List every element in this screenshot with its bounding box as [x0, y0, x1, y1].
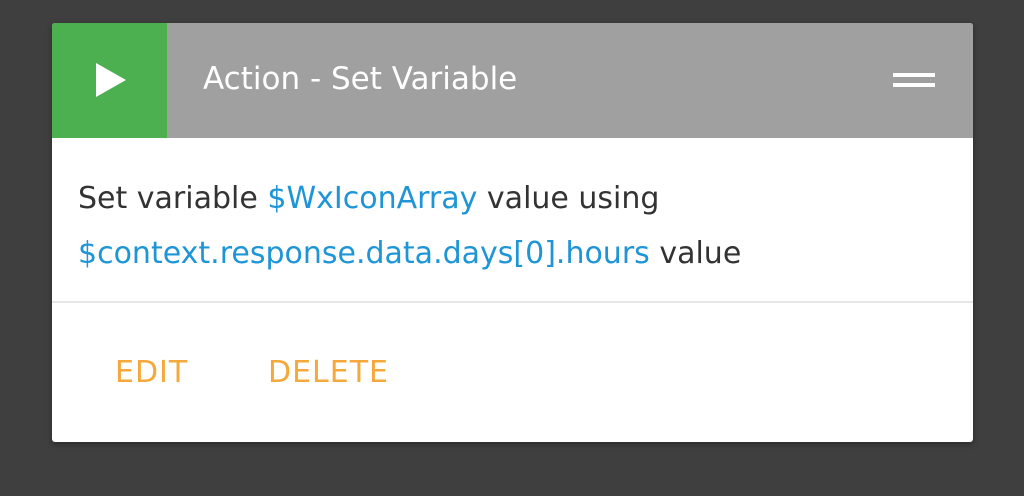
action-description: Set variable $WxIconArray value using $co…	[78, 171, 958, 281]
drag-handle-button[interactable]	[890, 71, 938, 93]
drag-handle-icon	[893, 73, 935, 87]
description-middle: value using	[477, 181, 660, 216]
delete-button[interactable]: DELETE	[268, 345, 389, 401]
run-action-button[interactable]	[52, 23, 167, 138]
target-variable: $WxIconArray	[267, 181, 478, 216]
card-divider	[52, 301, 973, 303]
card-title: Action - Set Variable	[203, 61, 518, 97]
card-actions: EDIT DELETE	[52, 345, 973, 401]
card-header: Action - Set Variable	[52, 23, 973, 138]
description-prefix: Set variable	[78, 181, 268, 216]
action-card: Action - Set Variable Set variable $WxIc…	[52, 23, 973, 442]
play-icon	[96, 63, 126, 97]
edit-button[interactable]: EDIT	[115, 345, 188, 401]
description-suffix: value	[649, 236, 742, 271]
source-variable: $context.response.data.days[0].hours	[78, 236, 650, 271]
